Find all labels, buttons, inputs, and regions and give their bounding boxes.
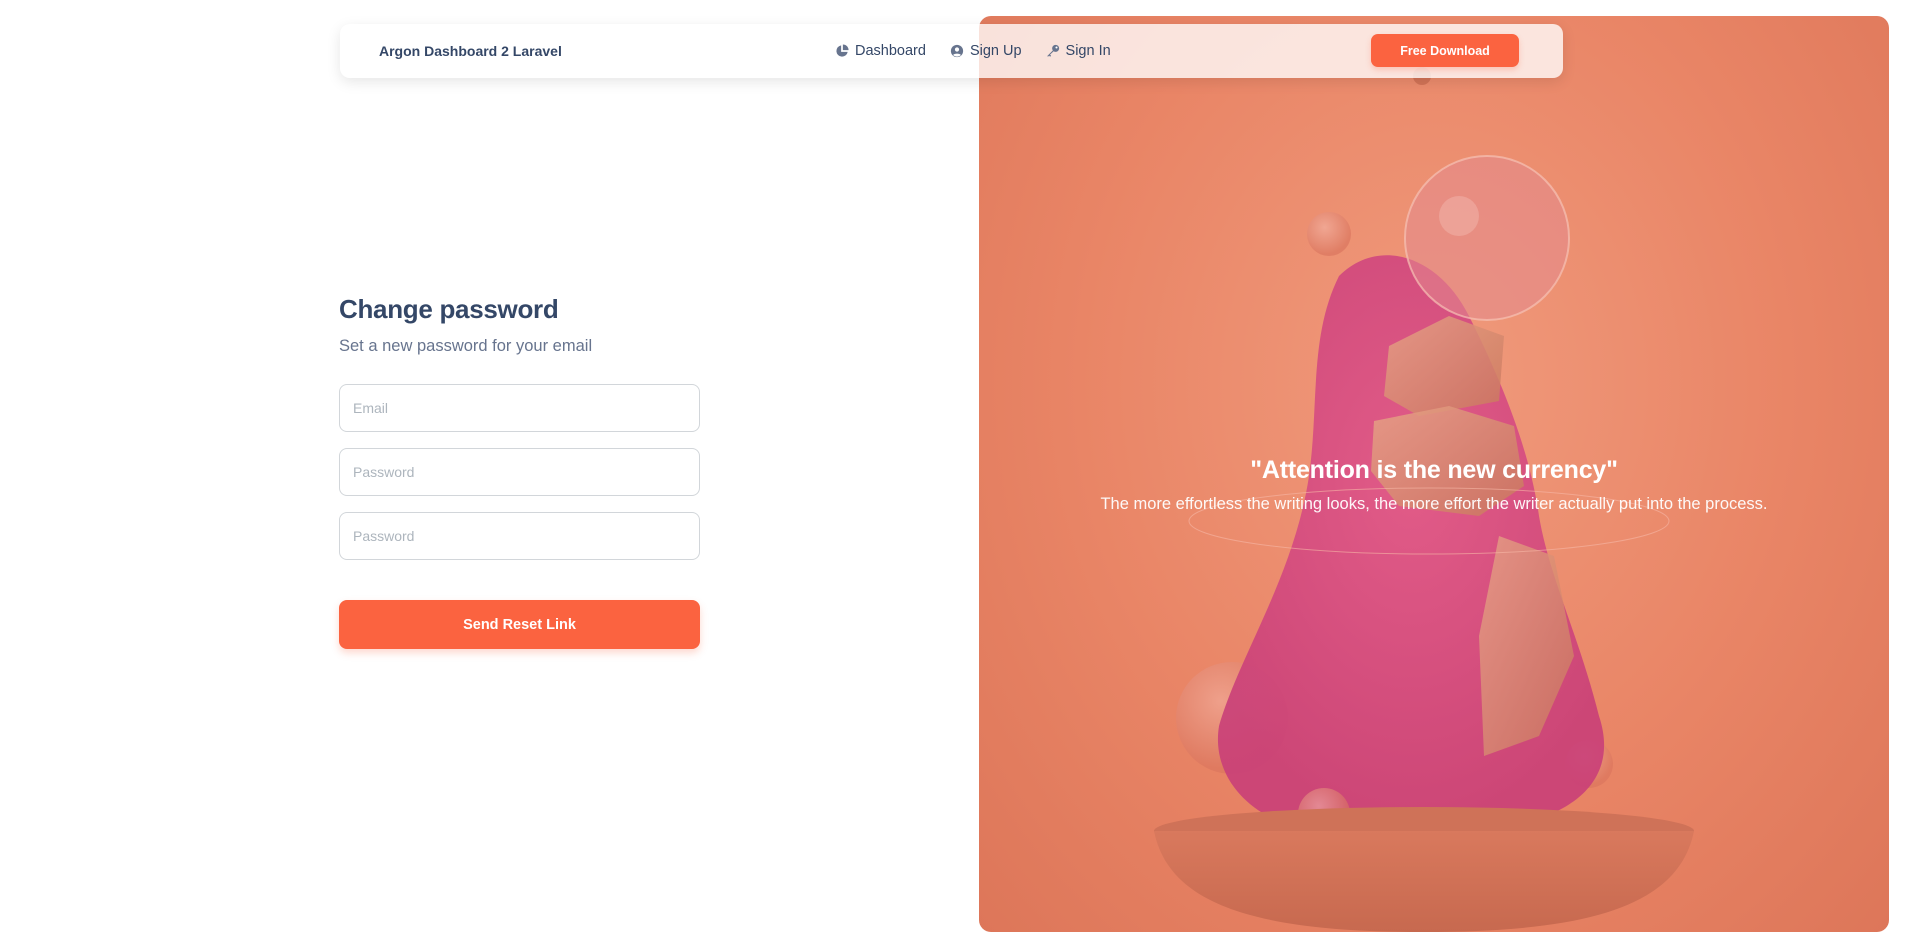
hero-panel: "Attention is the new currency" The more… — [979, 16, 1889, 932]
nav-link-dashboard-label: Dashboard — [855, 43, 926, 59]
hero-quote: "Attention is the new currency" The more… — [979, 456, 1889, 514]
send-reset-link-button[interactable]: Send Reset Link — [339, 600, 700, 649]
navbar: Argon Dashboard 2 Laravel Dashboard Sign… — [340, 24, 1563, 78]
password-field[interactable] — [339, 448, 700, 496]
key-icon — [1046, 44, 1060, 58]
quote-body: The more effortless the writing looks, t… — [1100, 495, 1768, 513]
nav-link-sign-up[interactable]: Sign Up — [950, 43, 1022, 59]
quote-title: "Attention is the new currency" — [1250, 456, 1618, 484]
page-subtitle: Set a new password for your email — [339, 337, 593, 355]
free-download-button[interactable]: Free Download — [1371, 34, 1519, 67]
user-circle-icon — [950, 44, 964, 58]
nav-link-sign-in[interactable]: Sign In — [1046, 43, 1111, 59]
nav-link-sign-in-label: Sign In — [1065, 43, 1111, 59]
password-confirm-field[interactable] — [339, 512, 700, 560]
pie-chart-icon — [835, 44, 849, 58]
brand-link[interactable]: Argon Dashboard 2 Laravel — [379, 43, 562, 59]
nav-link-sign-up-label: Sign Up — [969, 43, 1022, 59]
page-title: Change password — [339, 294, 559, 324]
email-field[interactable] — [339, 384, 700, 432]
nav-link-dashboard[interactable]: Dashboard — [835, 43, 926, 59]
change-password-form: Change password Set a new password for y… — [339, 294, 701, 649]
nav-links: Dashboard Sign Up Sign In — [835, 43, 1111, 59]
